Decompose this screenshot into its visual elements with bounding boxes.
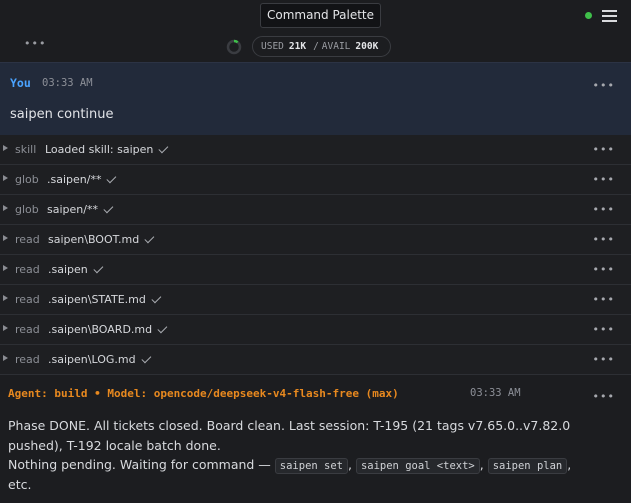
tool-row[interactable]: read .saipen\STATE.md ••• [0,285,631,315]
tool-row[interactable]: read .saipen ••• [0,255,631,285]
tool-row[interactable]: glob saipen/** ••• [0,195,631,225]
more-options-icon[interactable]: ••• [24,38,46,50]
tool-row-menu-icon[interactable]: ••• [593,233,615,246]
tool-arg: .saipen\LOG.md [48,353,153,366]
usage-progress-icon [226,39,242,54]
checkmark-icon [144,233,155,244]
chat-window: Command Palette ••• USED 21K / AVAIL 200… [0,0,631,503]
tool-call-list: skill Loaded skill: saipen ••• glob .sai… [0,135,631,375]
expand-caret-icon[interactable] [3,145,8,151]
tool-row-menu-icon[interactable]: ••• [593,323,615,336]
tool-kind: skill [15,143,37,156]
tool-kind: read [15,293,40,306]
tool-row[interactable]: skill Loaded skill: saipen ••• [0,135,631,165]
checkmark-icon [151,293,162,304]
avail-value: 200K [355,41,379,52]
user-message: You 03:33 AM ••• saipen continue [0,62,631,135]
tool-row-menu-icon[interactable]: ••• [593,173,615,186]
expand-caret-icon[interactable] [3,355,8,361]
command-chip-set: saipen set [274,458,348,474]
checkmark-icon [93,263,104,274]
command-palette-button[interactable]: Command Palette [260,3,381,28]
usage-separator: / [313,41,319,52]
usage-progress-arc [233,39,239,43]
tool-kind: read [15,353,40,366]
user-message-menu-icon[interactable]: ••• [593,79,615,92]
command-chip-plan: saipen plan [487,458,568,474]
checkmark-icon [106,173,117,184]
command-chip-goal: saipen goal <text> [355,458,480,474]
tool-arg: saipen/** [47,203,115,216]
checkmark-icon [158,143,169,154]
agent-line-3: etc. [8,476,32,492]
user-timestamp: 03:33 AM [42,77,93,89]
tool-row[interactable]: read .saipen\BOARD.md ••• [0,315,631,345]
top-bar: Command Palette ••• USED 21K / AVAIL 200… [0,0,631,61]
agent-message: Agent: build • Model: opencode/deepseek-… [0,376,631,503]
tool-kind: glob [15,173,39,186]
tool-kind: read [15,233,40,246]
checkmark-icon [103,203,114,214]
agent-message-menu-icon[interactable]: ••• [593,390,615,403]
agent-timestamp: 03:33 AM [470,387,521,399]
expand-caret-icon[interactable] [3,205,8,211]
used-value: 21K [288,41,307,52]
checkmark-icon [157,323,168,334]
token-usage: USED 21K / AVAIL 200K [226,36,392,57]
used-label: USED [261,41,284,52]
expand-caret-icon[interactable] [3,265,8,271]
tool-row-menu-icon[interactable]: ••• [593,263,615,276]
agent-message-body: Phase DONE. All tickets closed. Board cl… [8,416,623,494]
agent-line-1: Phase DONE. All tickets closed. Board cl… [8,418,571,453]
tool-kind: read [15,263,40,276]
tool-arg: Loaded skill: saipen [45,143,170,156]
tool-arg: saipen\BOOT.md [48,233,156,246]
expand-caret-icon[interactable] [3,295,8,301]
tool-arg: .saipen\STATE.md [48,293,163,306]
tool-row[interactable]: read .saipen\LOG.md ••• [0,345,631,375]
tool-row-menu-icon[interactable]: ••• [593,293,615,306]
tool-row[interactable]: glob .saipen/** ••• [0,165,631,195]
usage-pill: USED 21K / AVAIL 200K [252,36,392,57]
agent-header: Agent: build • Model: opencode/deepseek-… [8,387,399,400]
tool-row-menu-icon[interactable]: ••• [593,143,615,156]
tool-arg: .saipen/** [47,173,118,186]
tool-kind: glob [15,203,39,216]
agent-line-2: Nothing pending. Waiting for command — s… [8,457,572,474]
tool-arg: .saipen\BOARD.md [48,323,169,336]
expand-caret-icon[interactable] [3,325,8,331]
user-message-text: saipen continue [10,107,114,122]
checkmark-icon [141,353,151,364]
user-author: You [10,76,31,90]
connection-status-dot [585,12,592,19]
expand-caret-icon[interactable] [3,175,8,181]
tool-row-menu-icon[interactable]: ••• [593,203,615,216]
tool-row[interactable]: read saipen\BOOT.md ••• [0,225,631,255]
avail-label: AVAIL [321,41,351,52]
tool-arg: .saipen [48,263,105,276]
hamburger-menu-icon[interactable] [602,10,617,22]
tool-row-menu-icon[interactable]: ••• [593,353,615,366]
tool-kind: read [15,323,40,336]
expand-caret-icon[interactable] [3,235,8,241]
